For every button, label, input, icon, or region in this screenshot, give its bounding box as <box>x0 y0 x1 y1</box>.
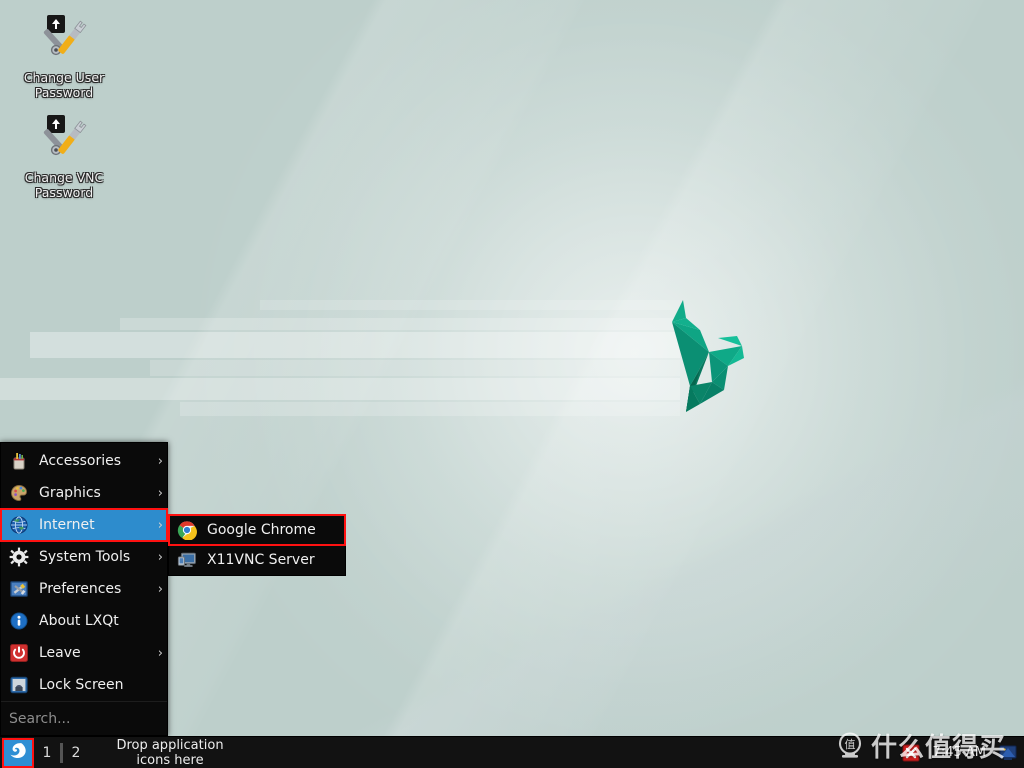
desktop-pager[interactable]: 1 2 <box>38 738 85 768</box>
submenu-item-x11vnc-server[interactable]: X11VNC Server <box>169 545 345 575</box>
menu-item-label: About LXQt <box>39 613 119 629</box>
desktop-icon-label: Change User Password <box>23 70 105 100</box>
power-icon <box>9 643 29 663</box>
network-icon[interactable] <box>998 743 1018 763</box>
gear-icon <box>9 547 29 567</box>
graphics-icon <box>9 483 29 503</box>
desktop-icon-change-user-password[interactable]: Change User Password <box>8 10 120 100</box>
pager-separator <box>60 742 63 763</box>
search-input[interactable] <box>9 710 159 727</box>
menu-search-row[interactable] <box>1 701 167 735</box>
chevron-right-icon: › <box>157 581 163 597</box>
submenu-item-label: Google Chrome <box>207 522 316 538</box>
menu-item-label: Preferences <box>39 581 122 597</box>
menu-item-label: Accessories <box>39 453 122 469</box>
taskbar-panel[interactable]: 1 2 Drop application icons here 7:45 AM <box>0 736 1024 768</box>
quicklaunch-hint-text: Drop application icons here <box>116 737 224 768</box>
preferences-icon <box>9 579 29 599</box>
menu-item-about-lxqt[interactable]: About LXQt <box>1 605 167 637</box>
menu-item-graphics[interactable]: Graphics › <box>1 477 167 509</box>
desktop-icon-label: Change VNC Password <box>24 170 104 200</box>
desktop[interactable]: Change User Password Change VNC Password <box>0 0 1024 768</box>
monitor-icon <box>177 550 197 570</box>
submenu-item-google-chrome[interactable]: Google Chrome <box>168 514 346 546</box>
chevron-right-icon: › <box>157 645 163 661</box>
menu-item-internet[interactable]: Internet › <box>0 508 168 542</box>
desktop-switch-1[interactable]: 1 <box>38 745 56 761</box>
menu-item-label: System Tools <box>39 549 131 565</box>
clock[interactable]: 7:45 AM <box>927 745 992 760</box>
lock-screen-icon <box>9 675 29 695</box>
lxqt-bird-icon <box>7 740 29 766</box>
quicklaunch-dropzone[interactable]: Drop application icons here <box>85 737 901 768</box>
menu-item-system-tools[interactable]: System Tools › <box>1 541 167 573</box>
menu-item-leave[interactable]: Leave › <box>1 637 167 669</box>
menu-item-label: Internet <box>39 517 95 533</box>
chrome-icon <box>177 520 197 541</box>
globe-icon <box>9 515 29 535</box>
system-tray[interactable]: 7:45 AM <box>901 737 1024 768</box>
chevron-right-icon: › <box>157 485 163 501</box>
chevron-right-icon: › <box>157 453 163 469</box>
start-menu-button[interactable] <box>2 737 34 768</box>
menu-item-label: Graphics <box>39 485 101 501</box>
internet-submenu[interactable]: Google Chrome X11VNC Server <box>168 514 346 576</box>
desktop-icon-change-vnc-password[interactable]: Change VNC Password <box>8 110 120 200</box>
application-menu[interactable]: Accessories › Graphics › Internet › Syst… <box>0 442 168 736</box>
wallpaper-bands <box>0 300 724 438</box>
menu-item-accessories[interactable]: Accessories › <box>1 445 167 477</box>
desktop-switch-2[interactable]: 2 <box>67 745 85 761</box>
chevron-right-icon: › <box>157 549 163 565</box>
wrench-screwdriver-icon <box>8 110 120 166</box>
menu-item-lock-screen[interactable]: Lock Screen <box>1 669 167 701</box>
chevron-right-icon: › <box>157 517 163 533</box>
error-x-icon[interactable] <box>901 743 921 763</box>
menu-item-label: Lock Screen <box>39 677 124 693</box>
accessories-icon <box>9 451 29 471</box>
menu-item-label: Leave <box>39 645 81 661</box>
submenu-item-label: X11VNC Server <box>207 552 315 568</box>
info-icon <box>9 611 29 631</box>
wrench-screwdriver-icon <box>8 10 120 66</box>
menu-item-preferences[interactable]: Preferences › <box>1 573 167 605</box>
